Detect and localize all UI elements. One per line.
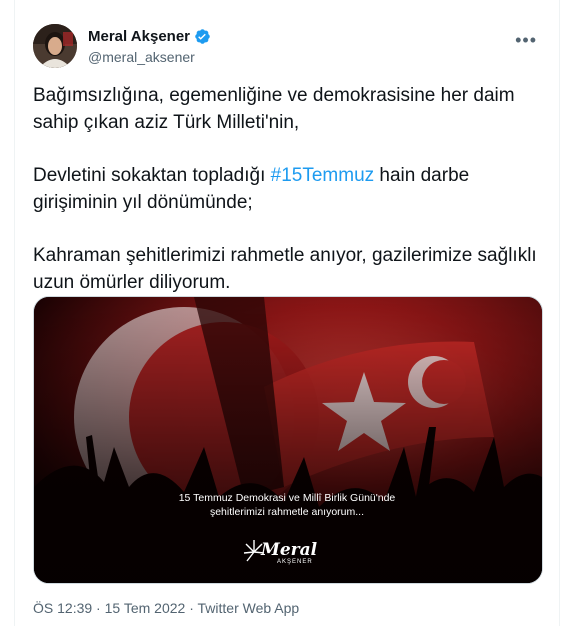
hashtag-link[interactable]: #15Temmuz — [271, 165, 375, 186]
tweet-text-segment: Devletini sokaktan topladığı — [33, 165, 271, 186]
tweet-header: Meral Akşener @meral_aksener ••• — [33, 24, 543, 72]
tweet-paragraph-1: Bağımsızlığına, egemenliğine ve demokras… — [33, 85, 515, 133]
tweet-text: Bağımsızlığına, egemenliğine ve demokras… — [33, 82, 539, 296]
tweet-meta: ÖS 12:39 · 15 Tem 2022 · Twitter Web App — [33, 600, 299, 616]
tweet-paragraph-3: Kahraman şehitlerimizi rahmetle anıyor, … — [33, 245, 537, 293]
tweet-date[interactable]: 15 Tem 2022 — [105, 600, 186, 616]
meta-separator: · — [96, 600, 101, 616]
author-name[interactable]: Meral Akşener — [88, 28, 190, 45]
tweet-time[interactable]: ÖS 12:39 — [33, 600, 92, 616]
logo-text: Meral — [261, 540, 318, 560]
author-line: Meral Akşener — [88, 28, 211, 45]
image-caption: 15 Temmuz Demokrasi ve Millî Birlik Günü… — [15, 491, 559, 519]
avatar[interactable] — [33, 24, 77, 68]
meta-separator: · — [189, 600, 194, 616]
tweet-card: Meral Akşener @meral_aksener ••• Bağımsı… — [14, 0, 560, 626]
image-caption-line-1: 15 Temmuz Demokrasi ve Millî Birlik Günü… — [178, 492, 396, 504]
more-options-icon[interactable]: ••• — [515, 30, 537, 51]
verified-badge-icon — [194, 28, 211, 45]
image-caption-line-2: şehitlerimizi rahmetle anıyorum... — [209, 506, 365, 518]
logo-subtext: AKŞENER — [277, 559, 313, 565]
tweet-paragraph-2: Devletini sokaktan topladığı #15Temmuz h… — [33, 162, 539, 216]
tweet-source[interactable]: Twitter Web App — [198, 600, 300, 616]
author-handle[interactable]: @meral_aksener — [88, 49, 195, 65]
